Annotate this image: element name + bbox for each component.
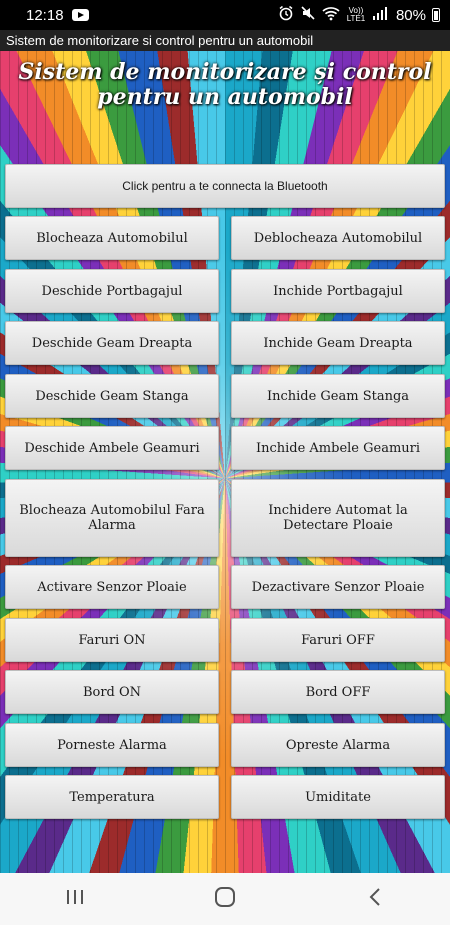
lock-without-alarm-button[interactable]: Blocheaza Automobilul Fara Alarma <box>5 479 219 557</box>
main-content: Sistem de monitorizare și control pentru… <box>0 51 450 873</box>
battery-icon <box>432 8 440 22</box>
youtube-icon <box>71 9 89 21</box>
home-icon <box>214 886 236 912</box>
mute-icon <box>300 5 316 25</box>
network-label: Vo)) LTE1 <box>346 6 366 23</box>
app-screen: 12:18 Vo)) LTE1 80% Sistem de monitoriza… <box>0 0 450 925</box>
headlights-on-button[interactable]: Faruri ON <box>5 618 219 662</box>
humidity-button[interactable]: Umiditate <box>231 775 445 819</box>
navigation-bar <box>0 873 450 925</box>
recent-apps-icon <box>65 888 85 910</box>
close-right-window-button[interactable]: Inchide Geam Dreapta <box>231 321 445 365</box>
close-trunk-button[interactable]: Inchide Portbagajul <box>231 269 445 313</box>
open-trunk-button[interactable]: Deschide Portbagajul <box>5 269 219 313</box>
dashboard-off-button[interactable]: Bord OFF <box>231 670 445 714</box>
close-left-window-button[interactable]: Inchide Geam Stanga <box>231 374 445 418</box>
status-time: 12:18 <box>26 6 64 24</box>
dashboard-on-button[interactable]: Bord ON <box>5 670 219 714</box>
back-button[interactable] <box>345 879 405 919</box>
open-right-window-button[interactable]: Deschide Geam Dreapta <box>5 321 219 365</box>
recent-apps-button[interactable] <box>45 879 105 919</box>
open-both-windows-button[interactable]: Deschide Ambele Geamuri <box>5 426 219 470</box>
app-title: Sistem de monitorizare și control pentru… <box>18 59 432 110</box>
connect-bluetooth-button[interactable]: Click pentru a te connecta la Bluetooth <box>5 164 445 208</box>
disable-rain-sensor-button[interactable]: Dezactivare Senzor Ploaie <box>231 565 445 609</box>
unlock-car-button[interactable]: Deblocheaza Automobilul <box>231 216 445 260</box>
lock-car-button[interactable]: Blocheaza Automobilul <box>5 216 219 260</box>
window-title-bar: Sistem de monitorizare si control pentru… <box>0 30 450 51</box>
signal-icon <box>372 6 388 25</box>
stop-alarm-button[interactable]: Opreste Alarma <box>231 723 445 767</box>
open-left-window-button[interactable]: Deschide Geam Stanga <box>5 374 219 418</box>
window-title: Sistem de monitorizare si control pentru… <box>6 33 314 48</box>
auto-close-on-rain-button[interactable]: Inchidere Automat la Detectare Ploaie <box>231 479 445 557</box>
back-icon <box>368 887 382 911</box>
temperature-button[interactable]: Temperatura <box>5 775 219 819</box>
home-button[interactable] <box>195 879 255 919</box>
status-bar: 12:18 Vo)) LTE1 80% <box>0 0 450 30</box>
close-both-windows-button[interactable]: Inchide Ambele Geamuri <box>231 426 445 470</box>
alarm-icon <box>278 5 294 25</box>
battery-percent: 80% <box>395 6 426 24</box>
start-alarm-button[interactable]: Porneste Alarma <box>5 723 219 767</box>
wifi-icon <box>322 5 340 25</box>
enable-rain-sensor-button[interactable]: Activare Senzor Ploaie <box>5 565 219 609</box>
headlights-off-button[interactable]: Faruri OFF <box>231 618 445 662</box>
status-indicators: Vo)) LTE1 80% <box>278 5 440 25</box>
